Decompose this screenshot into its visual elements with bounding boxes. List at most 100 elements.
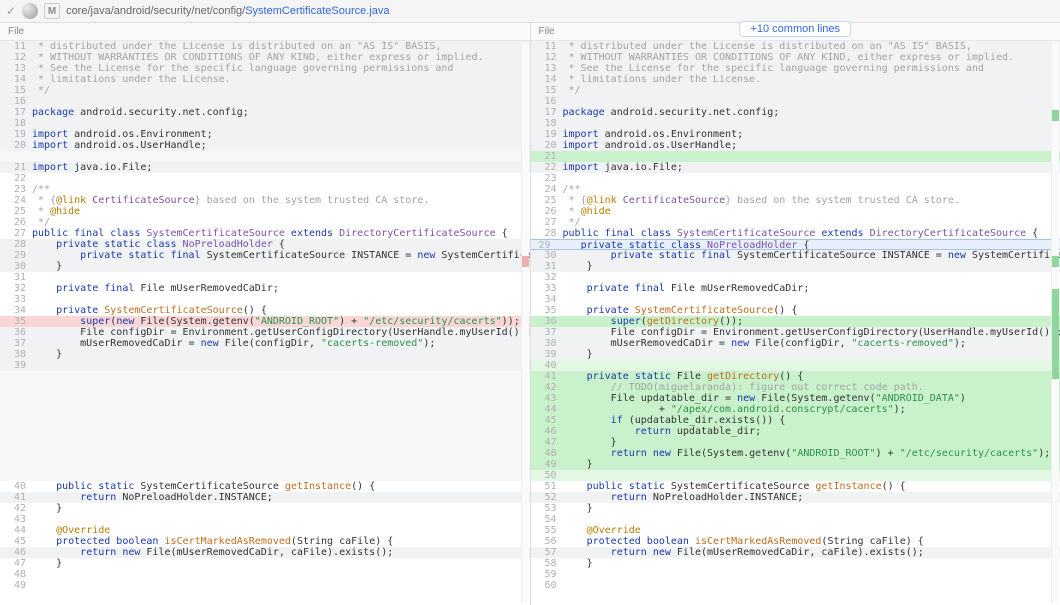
code-line[interactable]: 17package android.security.net.config;	[0, 107, 530, 118]
code-line[interactable]: 16	[0, 96, 530, 107]
code-line[interactable]: 46 return new File(mUserRemovedCaDir, ca…	[0, 547, 530, 558]
code-line[interactable]: 32	[531, 272, 1060, 283]
avatar[interactable]	[22, 3, 38, 19]
code-line[interactable]: 47 }	[531, 437, 1060, 448]
code-line[interactable]: 27 */	[531, 217, 1060, 228]
code-line[interactable]: 13 * See the License for the specific la…	[531, 63, 1060, 74]
code-line[interactable]: 59	[531, 569, 1060, 580]
code-line[interactable]: 43	[0, 514, 530, 525]
code-line[interactable]: 20import android.os.UserHandle;	[0, 140, 530, 151]
scrollbar-mark[interactable]	[1052, 110, 1059, 121]
code-line[interactable]: 18	[0, 118, 530, 129]
check-icon[interactable]: ✓	[6, 4, 16, 18]
code-line[interactable]: 44 + "/apex/com.android.conscrypt/cacert…	[531, 404, 1060, 415]
left-scrollbar[interactable]	[521, 43, 529, 603]
code-line[interactable]: 21	[531, 151, 1060, 162]
code-line[interactable]: 42 // TODO(miguelaranda): figure out cor…	[531, 382, 1060, 393]
code-line[interactable]: 49	[0, 580, 530, 591]
scrollbar-mark[interactable]	[1052, 256, 1059, 267]
code-line[interactable]: 29 private static class NoPreloadHolder …	[531, 239, 1060, 250]
code-line[interactable]: 50	[531, 470, 1060, 481]
code-line[interactable]: 30 private static final SystemCertificat…	[531, 250, 1060, 261]
code-line[interactable]: 47 }	[0, 558, 530, 569]
code-line[interactable]: 48	[0, 569, 530, 580]
code-line[interactable]	[0, 151, 530, 162]
code-line[interactable]: 46 return updatable_dir;	[531, 426, 1060, 437]
code-line[interactable]: 29 private static final SystemCertificat…	[0, 250, 530, 261]
code-line[interactable]: 33	[0, 294, 530, 305]
code-line[interactable]: 39	[0, 360, 530, 371]
left-code[interactable]: 11 * distributed under the License is di…	[0, 41, 530, 605]
code-line[interactable]: 31	[0, 272, 530, 283]
code-line[interactable]: 44 @Override	[0, 525, 530, 536]
code-line[interactable]: 38 }	[0, 349, 530, 360]
code-line[interactable]: 30 }	[0, 261, 530, 272]
code-line[interactable]	[0, 470, 530, 481]
code-line[interactable]: 36 super(getDirectory());	[531, 316, 1060, 327]
code-line[interactable]: 41 return NoPreloadHolder.INSTANCE;	[0, 492, 530, 503]
code-line[interactable]: 17package android.security.net.config;	[531, 107, 1060, 118]
code-line[interactable]: 32 private final File mUserRemovedCaDir;	[0, 283, 530, 294]
scrollbar-mark[interactable]	[1052, 289, 1059, 379]
code-line[interactable]	[0, 404, 530, 415]
code-line[interactable]: 14 * limitations under the License.	[531, 74, 1060, 85]
code-line[interactable]: 52 return NoPreloadHolder.INSTANCE;	[531, 492, 1060, 503]
code-line[interactable]: 40	[531, 360, 1060, 371]
code-line[interactable]: 26 */	[0, 217, 530, 228]
right-scrollbar[interactable]	[1051, 43, 1059, 603]
code-line[interactable]	[0, 426, 530, 437]
code-line[interactable]: 41 private static File getDirectory() {	[531, 371, 1060, 382]
code-line[interactable]: 60	[531, 580, 1060, 591]
code-line[interactable]: 23	[531, 173, 1060, 184]
code-line[interactable]: 22	[0, 173, 530, 184]
code-line[interactable]: 33 private final File mUserRemovedCaDir;	[531, 283, 1060, 294]
code-line[interactable]: 51 public static SystemCertificateSource…	[531, 481, 1060, 492]
code-line[interactable]: 16	[531, 96, 1060, 107]
code-line[interactable]	[0, 415, 530, 426]
code-line[interactable]: 38 mUserRemovedCaDir = new File(configDi…	[531, 338, 1060, 349]
code-line[interactable]: 15 */	[0, 85, 530, 96]
code-line[interactable]: 22import java.io.File;	[531, 162, 1060, 173]
code-line[interactable]: 25 * {@link CertificateSource} based on …	[531, 195, 1060, 206]
code-line[interactable]: 57 return new File(mUserRemovedCaDir, ca…	[531, 547, 1060, 558]
code-line[interactable]: 49 }	[531, 459, 1060, 470]
code-line[interactable]	[0, 459, 530, 470]
code-line[interactable]: 35 private SystemCertificateSource() {	[531, 305, 1060, 316]
scrollbar-mark[interactable]	[522, 256, 529, 267]
code-line[interactable]: 19import android.os.Environment;	[531, 129, 1060, 140]
code-line[interactable]: 34	[531, 294, 1060, 305]
code-line[interactable]: 12 * WITHOUT WARRANTIES OR CONDITIONS OF…	[531, 52, 1060, 63]
code-line[interactable]	[0, 393, 530, 404]
code-line[interactable]: 53 }	[531, 503, 1060, 514]
code-line[interactable]	[0, 437, 530, 448]
code-line[interactable]: 48 return new File(System.getenv("ANDROI…	[531, 448, 1060, 459]
code-line[interactable]: 28 private static class NoPreloadHolder …	[0, 239, 530, 250]
code-line[interactable]: 15 */	[531, 85, 1060, 96]
code-line[interactable]: 37 File configDir = Environment.getUserC…	[531, 327, 1060, 338]
code-line[interactable]: 25 * @hide	[0, 206, 530, 217]
code-line[interactable]: 58 }	[531, 558, 1060, 569]
code-line[interactable]: 43 File updatable_dir = new File(System.…	[531, 393, 1060, 404]
code-line[interactable]: 12 * WITHOUT WARRANTIES OR CONDITIONS OF…	[0, 52, 530, 63]
code-line[interactable]	[0, 382, 530, 393]
code-line[interactable]: 55 @Override	[531, 525, 1060, 536]
code-line[interactable]: 28public final class SystemCertificateSo…	[531, 228, 1060, 239]
code-line[interactable]: 36 File configDir = Environment.getUserC…	[0, 327, 530, 338]
code-line[interactable]: 34 private SystemCertificateSource() {	[0, 305, 530, 316]
code-line[interactable]: 11 * distributed under the License is di…	[0, 41, 530, 52]
code-line[interactable]: 45 if (updatable_dir.exists()) {	[531, 415, 1060, 426]
expand-common-lines-button[interactable]: +10 common lines	[739, 21, 851, 37]
code-line[interactable]: 20import android.os.UserHandle;	[531, 140, 1060, 151]
right-code[interactable]: 11 * distributed under the License is di…	[531, 41, 1060, 605]
code-line[interactable]: 14 * limitations under the License.	[0, 74, 530, 85]
code-line[interactable]: 23/**	[0, 184, 530, 195]
code-line[interactable]: 45 protected boolean isCertMarkedAsRemov…	[0, 536, 530, 547]
code-line[interactable]: 56 protected boolean isCertMarkedAsRemov…	[531, 536, 1060, 547]
code-line[interactable]: 35 super(new File(System.getenv("ANDROID…	[0, 316, 530, 327]
breadcrumb[interactable]: core/java/android/security/net/config/Sy…	[66, 5, 389, 17]
code-line[interactable]: 21import java.io.File;	[0, 162, 530, 173]
code-line[interactable]: 11 * distributed under the License is di…	[531, 41, 1060, 52]
code-line[interactable]	[0, 371, 530, 382]
code-line[interactable]: 54	[531, 514, 1060, 525]
code-line[interactable]: 19import android.os.Environment;	[0, 129, 530, 140]
